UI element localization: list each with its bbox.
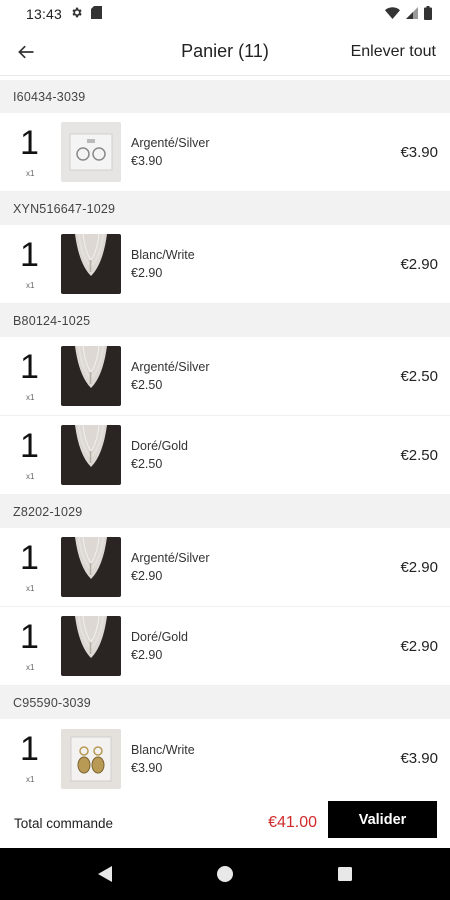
product-group-header: I60434-3039 <box>0 80 450 113</box>
system-nav-bar <box>0 848 450 900</box>
item-variant: Doré/Gold <box>131 630 188 644</box>
item-quantity-unit: x1 <box>26 662 35 672</box>
nav-recents-button[interactable] <box>330 859 360 889</box>
item-unit-price: €2.90 <box>131 569 163 583</box>
item-info: Argenté/Silver €2.90 <box>131 551 210 583</box>
item-line-price: €2.90 <box>400 558 438 576</box>
app-bar: Panier (11) Enlever tout <box>0 28 450 76</box>
item-quantity: 1 <box>20 730 39 768</box>
back-triangle-icon <box>98 866 112 882</box>
quantity-box[interactable]: 1 x1 <box>0 719 60 798</box>
item-line-price: €2.50 <box>400 446 438 464</box>
product-thumbnail[interactable] <box>61 616 121 676</box>
nav-home-button[interactable] <box>210 859 240 889</box>
wifi-icon <box>385 6 400 22</box>
nav-back-button[interactable] <box>90 859 120 889</box>
item-quantity: 1 <box>20 347 39 386</box>
item-unit-price: €3.90 <box>131 760 163 775</box>
item-quantity: 1 <box>20 426 39 465</box>
clear-all-button[interactable]: Enlever tout <box>351 43 436 61</box>
item-quantity-unit: x1 <box>26 471 35 481</box>
item-variant: Argenté/Silver <box>131 551 210 565</box>
cart-item-row[interactable]: 1 x1 Doré/Gold €2.90 €2.90 <box>0 607 450 686</box>
item-quantity-unit: x1 <box>26 168 35 178</box>
quantity-box[interactable]: 1 x1 <box>0 416 60 495</box>
product-group-header: Z8202-1029 <box>0 495 450 528</box>
product-group-header: XYN516647-1029 <box>0 192 450 225</box>
item-variant: Argenté/Silver <box>131 360 210 374</box>
product-thumbnail[interactable] <box>61 728 121 789</box>
product-thumbnail[interactable] <box>61 346 121 406</box>
item-info: Argenté/Silver €2.50 <box>131 360 210 392</box>
product-thumbnail[interactable] <box>61 234 121 294</box>
item-quantity-unit: x1 <box>26 280 35 290</box>
item-quantity: 1 <box>20 538 39 577</box>
item-quantity-unit: x1 <box>26 775 35 784</box>
gear-icon <box>70 6 83 22</box>
item-quantity: 1 <box>20 235 39 274</box>
item-line-price: €3.90 <box>400 143 438 161</box>
product-group-header: B80124-1025 <box>0 304 450 337</box>
item-line-price: €2.90 <box>400 255 438 273</box>
item-info: Doré/Gold €2.90 <box>131 630 188 662</box>
status-left: 13:43 <box>26 6 103 22</box>
cart-item-row[interactable]: 1 x1 Doré/Gold €2.50 €2.50 <box>0 416 450 495</box>
item-line-price: €3.90 <box>400 750 438 767</box>
item-line-price: €2.90 <box>400 637 438 655</box>
quantity-box[interactable]: 1 x1 <box>0 607 60 686</box>
cart-item-row[interactable]: 1 x1 Argenté/Silver €2.50 €2.50 <box>0 337 450 416</box>
checkout-button[interactable]: Valider <box>328 801 437 838</box>
item-variant: Blanc/Write <box>131 248 195 262</box>
quantity-box[interactable]: 1 x1 <box>0 528 60 607</box>
quantity-box[interactable]: 1 x1 <box>0 225 60 304</box>
signal-icon <box>406 6 418 22</box>
item-line-price: €2.50 <box>400 367 438 385</box>
item-unit-price: €2.50 <box>131 457 163 471</box>
item-info: Argenté/Silver €3.90 <box>131 136 210 168</box>
item-variant: Blanc/Write <box>131 742 195 757</box>
item-quantity: 1 <box>20 617 39 656</box>
item-info: Blanc/Write €2.90 <box>131 248 195 280</box>
battery-icon <box>424 5 432 23</box>
product-thumbnail[interactable] <box>61 537 121 597</box>
product-group-header: C95590-3039 <box>0 686 450 719</box>
status-time: 13:43 <box>26 6 63 22</box>
sim-card-icon <box>91 6 103 22</box>
product-thumbnail[interactable] <box>61 122 121 182</box>
item-unit-price: €3.90 <box>131 154 163 168</box>
product-thumbnail[interactable] <box>61 425 121 485</box>
quantity-box[interactable]: 1 x1 <box>0 337 60 416</box>
item-quantity-unit: x1 <box>26 583 35 593</box>
back-button[interactable] <box>0 28 52 76</box>
item-unit-price: €2.90 <box>131 648 163 662</box>
status-right <box>385 5 432 23</box>
cart-item-row[interactable]: 1 x1 Blanc/Write €2.90 €2.90 <box>0 225 450 304</box>
arrow-left-icon <box>18 45 34 58</box>
item-variant: Argenté/Silver <box>131 136 210 150</box>
item-quantity-unit: x1 <box>26 392 35 402</box>
cart-item-row[interactable]: 1 x1 Argenté/Silver €2.90 €2.90 <box>0 528 450 607</box>
cart-list[interactable]: I60434-3039 1 x1 Argenté/Silver €3.90 €3… <box>0 80 450 798</box>
item-unit-price: €2.90 <box>131 266 163 280</box>
item-info: Doré/Gold €2.50 <box>131 439 188 471</box>
home-circle-icon <box>217 866 233 882</box>
cart-item-row[interactable]: 1 x1 Blanc/Write €3.90 €3.90 <box>0 719 450 798</box>
total-label: Total commande <box>14 815 114 831</box>
item-variant: Doré/Gold <box>131 439 188 453</box>
recents-square-icon <box>338 867 352 881</box>
cart-item-row[interactable]: 1 x1 Argenté/Silver €3.90 €3.90 <box>0 113 450 192</box>
item-quantity: 1 <box>20 123 39 162</box>
item-unit-price: €2.50 <box>131 378 163 392</box>
status-bar: 13:43 <box>0 0 450 28</box>
item-info: Blanc/Write €3.90 <box>131 743 195 775</box>
order-footer: Total commande €41.00 Valider <box>0 798 450 848</box>
quantity-box[interactable]: 1 x1 <box>0 113 60 192</box>
total-value: €41.00 <box>268 814 317 831</box>
